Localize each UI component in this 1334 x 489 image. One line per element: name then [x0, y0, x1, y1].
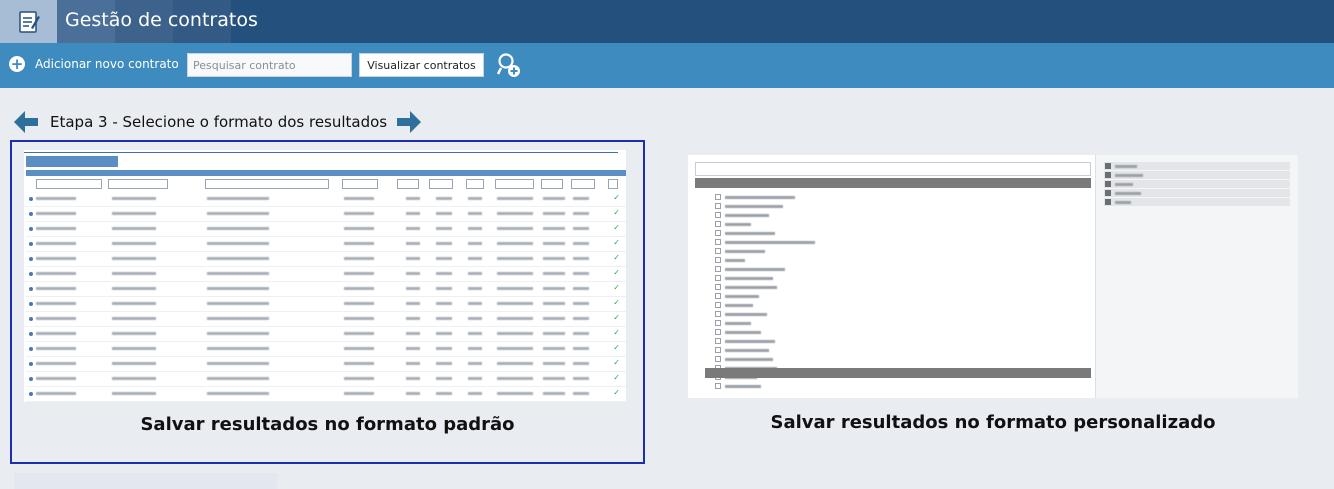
- preview-row: ✓: [26, 327, 626, 342]
- preview-row: ✓: [26, 252, 626, 267]
- app-header: Gestão de contratos: [0, 0, 1334, 43]
- preview-row: ✓: [26, 237, 626, 252]
- preview-tree-item: [715, 238, 835, 246]
- preview-tree-item: [715, 274, 835, 282]
- add-contract-button[interactable]: + Adicionar novo contrato: [9, 56, 179, 72]
- custom-format-preview: [688, 155, 1298, 398]
- app-title: Gestão de contratos: [65, 9, 258, 31]
- preview-tree-item: [715, 328, 835, 336]
- preview-tree-item: [715, 292, 835, 300]
- preview-row: ✓: [26, 222, 626, 237]
- preview-tree-item: [715, 337, 835, 345]
- preview-tree-item: [715, 193, 835, 201]
- preview-tree-item: [715, 247, 835, 255]
- plus-circle-icon: +: [9, 55, 25, 73]
- app-logo[interactable]: [0, 0, 57, 43]
- arrow-right-icon[interactable]: [395, 108, 423, 136]
- step-label: Etapa 3 - Selecione o formato dos result…: [50, 113, 388, 131]
- preview-row: ✓: [26, 297, 626, 312]
- add-contract-label: Adicionar novo contrato: [35, 57, 179, 71]
- view-contracts-button[interactable]: Visualizar contratos: [359, 53, 484, 77]
- default-format-caption: Salvar resultados no formato padrão: [140, 414, 515, 435]
- option-custom-format[interactable]: Salvar resultados no formato personaliza…: [686, 140, 1300, 464]
- preview-row: ✓: [26, 342, 626, 357]
- preview-row: ✓: [26, 282, 626, 297]
- preview-tree-item: [715, 301, 835, 309]
- search-plus-icon[interactable]: [497, 52, 521, 78]
- preview-row: ✓: [26, 192, 626, 207]
- preview-row: ✓: [26, 267, 626, 282]
- preview-tree-item: [715, 265, 835, 273]
- preview-tree-item: [715, 382, 835, 390]
- preview-row: ✓: [26, 312, 626, 327]
- preview-tree-item: [715, 229, 835, 237]
- custom-format-caption: Salvar resultados no formato personaliza…: [770, 412, 1216, 433]
- preview-row: ✓: [26, 357, 626, 372]
- toolbar: + Adicionar novo contrato Visualizar con…: [0, 43, 1334, 88]
- preview-tree-item: [715, 355, 835, 363]
- preview-row: ✓: [26, 372, 626, 387]
- step-heading: Etapa 3 - Selecione o formato dos result…: [12, 107, 423, 137]
- preview-row: ✓: [26, 207, 626, 222]
- background-toolbar-ghost: [14, 473, 277, 489]
- preview-row: ✓: [26, 387, 626, 402]
- preview-tree-item: [715, 202, 835, 210]
- option-default-format[interactable]: ✓✓✓✓✓✓✓✓✓✓✓✓✓✓✓ Salvar resultados no for…: [10, 140, 645, 464]
- preview-tree-item: [715, 256, 835, 264]
- preview-tree-item: [715, 310, 835, 318]
- search-contract-input[interactable]: [187, 53, 352, 77]
- preview-tree-item: [715, 211, 835, 219]
- document-edit-icon: [18, 10, 40, 33]
- preview-tree-item: [715, 346, 835, 354]
- preview-tree-item: [715, 283, 835, 291]
- preview-tree-item: [715, 220, 835, 228]
- preview-tree-item: [715, 319, 835, 327]
- arrow-left-icon[interactable]: [12, 108, 40, 136]
- default-format-preview: ✓✓✓✓✓✓✓✓✓✓✓✓✓✓✓: [24, 150, 626, 402]
